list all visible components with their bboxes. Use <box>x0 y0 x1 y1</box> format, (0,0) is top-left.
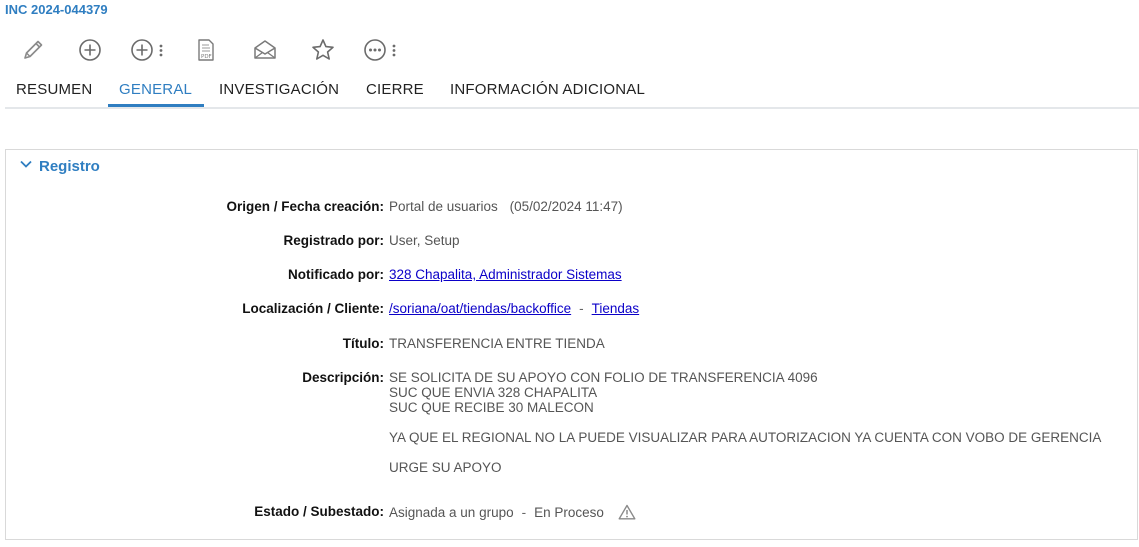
active-tab-indicator <box>108 104 204 107</box>
favorite-button[interactable] <box>310 36 336 64</box>
pdf-icon: PDF <box>195 37 217 63</box>
subestado-text: En Proceso <box>534 505 604 520</box>
section-title: Registro <box>39 157 100 175</box>
registro-section-toggle[interactable]: Registro <box>19 156 100 176</box>
envelope-icon <box>252 37 278 63</box>
registrado-value: User, Setup <box>389 233 460 248</box>
description-line <box>389 415 1101 430</box>
description-line: SUC QUE ENVIA 328 CHAPALITA <box>389 385 598 400</box>
description-line: URGE SU APOYO <box>389 460 502 475</box>
more-circle-icon <box>362 37 388 63</box>
field-value: Portal de usuarios (05/02/2024 11:47) <box>389 199 623 214</box>
email-button[interactable] <box>252 36 278 64</box>
add-circle-icon <box>77 37 103 63</box>
field-label: Notificado por: <box>288 267 384 282</box>
chevron-down-icon <box>19 157 33 176</box>
tab-cierre[interactable]: CIERRE <box>366 76 424 106</box>
add-button[interactable] <box>77 36 103 64</box>
kebab-menu-icon <box>392 43 396 57</box>
tabs-divider <box>5 107 1139 109</box>
description-line: YA QUE EL REGIONAL NO LA PUEDE VISUALIZA… <box>389 430 1102 445</box>
tab-informacion-adicional[interactable]: INFORMACIÓN ADICIONAL <box>450 76 645 106</box>
field-label: Descripción: <box>302 370 384 385</box>
kebab-menu-icon <box>159 43 163 57</box>
notificado-link[interactable]: 328 Chapalita, Administrador Sistemas <box>389 267 622 282</box>
field-label: Origen / Fecha creación: <box>226 199 384 214</box>
toolbar: PDF <box>0 36 420 64</box>
registro-panel: Registro Origen / Fecha creación: Portal… <box>5 149 1138 540</box>
more-actions-button[interactable] <box>362 36 396 64</box>
star-icon <box>310 37 336 63</box>
separator: - <box>579 301 584 316</box>
origen-value: Portal de usuarios <box>389 199 498 214</box>
add-circle-more-icon <box>129 37 155 63</box>
estado-value: Asignada a un grupo - En Proceso <box>389 504 636 523</box>
description-line: SUC QUE RECIBE 30 MALECON <box>389 400 594 415</box>
creation-date: (05/02/2024 11:47) <box>509 199 623 214</box>
estado-text: Asignada a un grupo <box>389 505 514 520</box>
export-pdf-button[interactable]: PDF <box>195 36 217 64</box>
pencil-icon <box>20 37 46 63</box>
descripcion-value: SE SOLICITA DE SU APOYO CON FOLIO DE TRA… <box>389 370 1101 475</box>
tab-investigacion[interactable]: INVESTIGACIÓN <box>219 76 339 106</box>
svg-text:PDF: PDF <box>201 54 212 60</box>
tab-resumen[interactable]: RESUMEN <box>16 76 92 106</box>
separator: - <box>521 505 527 520</box>
cliente-link[interactable]: Tiendas <box>592 301 640 316</box>
field-label: Localización / Cliente: <box>242 301 384 316</box>
tab-general[interactable]: GENERAL <box>119 76 192 106</box>
tab-bar: RESUMEN GENERAL INVESTIGACIÓN CIERRE INF… <box>0 76 1139 109</box>
localizacion-link[interactable]: /soriana/oat/tiendas/backoffice <box>389 301 571 316</box>
field-label: Registrado por: <box>283 233 384 248</box>
description-line: SE SOLICITA DE SU APOYO CON FOLIO DE TRA… <box>389 370 818 385</box>
warning-icon[interactable] <box>618 504 636 523</box>
add-options-button[interactable] <box>129 36 163 64</box>
edit-button[interactable] <box>20 36 46 64</box>
titulo-value: TRANSFERENCIA ENTRE TIENDA <box>389 336 605 351</box>
field-label: Título: <box>342 336 384 351</box>
field-label: Estado / Subestado: <box>254 504 384 519</box>
ticket-id: INC 2024-044379 <box>5 2 108 17</box>
